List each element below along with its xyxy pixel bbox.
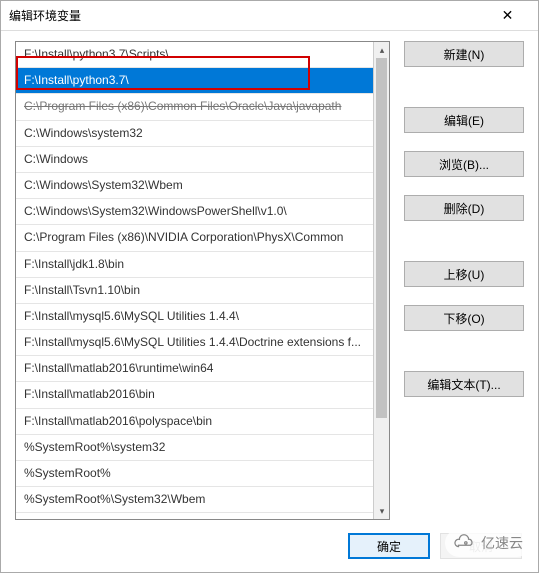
list-item[interactable]: F:\Install\mysql5.6\MySQL Utilities 1.4.… — [16, 330, 373, 356]
list-item[interactable]: C:\Program Files (x86)\NVIDIA Corporatio… — [16, 225, 373, 251]
edit-text-button[interactable]: 编辑文本(T)... — [404, 371, 524, 397]
list-item[interactable]: F:\Install\matlab2016\runtime\win64 — [16, 356, 373, 382]
edit-button[interactable]: 编辑(E) — [404, 107, 524, 133]
titlebar: 编辑环境变量 ✕ — [1, 1, 538, 31]
new-button[interactable]: 新建(N) — [404, 41, 524, 67]
ok-button[interactable]: 确定 — [348, 533, 430, 559]
dialog-footer: 确定 取消 — [1, 520, 538, 572]
scrollbar[interactable]: ▴ ▾ — [373, 42, 389, 519]
list-item[interactable]: C:\Windows\System32\Wbem — [16, 173, 373, 199]
list-item[interactable]: F:\Install\python3.7\ — [16, 68, 373, 94]
list-item[interactable]: F:\Install\python3.7\Scripts\ — [16, 42, 373, 68]
scrollbar-thumb[interactable] — [376, 58, 387, 418]
list-item[interactable]: F:\Install\Tsvn1.10\bin — [16, 278, 373, 304]
list-item[interactable]: F:\Install\matlab2016\bin — [16, 382, 373, 408]
list-item[interactable]: F:\Install\jdk1.8\bin — [16, 252, 373, 278]
buttons-column: 新建(N) 编辑(E) 浏览(B)... 删除(D) 上移(U) 下移(O) 编… — [404, 41, 524, 520]
delete-button[interactable]: 删除(D) — [404, 195, 524, 221]
close-icon: ✕ — [502, 7, 514, 23]
list-item[interactable]: %SystemRoot% — [16, 461, 373, 487]
window-title: 编辑环境变量 — [9, 7, 485, 24]
path-listbox[interactable]: F:\Install\python3.7\Scripts\F:\Install\… — [15, 41, 390, 520]
scroll-down-arrow-icon[interactable]: ▾ — [374, 503, 390, 519]
cancel-button[interactable]: 取消 — [440, 533, 522, 559]
move-down-button[interactable]: 下移(O) — [404, 305, 524, 331]
list-item[interactable]: C:\Program Files (x86)\Common Files\Orac… — [16, 94, 373, 120]
edit-env-dialog: 编辑环境变量 ✕ F:\Install\python3.7\Scripts\F:… — [0, 0, 539, 573]
list-item[interactable]: F:\Install\matlab2016\polyspace\bin — [16, 409, 373, 435]
scroll-up-arrow-icon[interactable]: ▴ — [374, 42, 390, 58]
list-item[interactable]: C:\Windows\System32\WindowsPowerShell\v1… — [16, 199, 373, 225]
move-up-button[interactable]: 上移(U) — [404, 261, 524, 287]
list-item[interactable]: %SystemRoot%\system32 — [16, 435, 373, 461]
list-item[interactable]: C:\Windows\system32 — [16, 121, 373, 147]
list-item[interactable]: %SYSTEMROOT%\System32\WindowsPowerShell\… — [16, 513, 373, 519]
list-item[interactable]: F:\Install\mysql5.6\MySQL Utilities 1.4.… — [16, 304, 373, 330]
browse-button[interactable]: 浏览(B)... — [404, 151, 524, 177]
list-item[interactable]: %SystemRoot%\System32\Wbem — [16, 487, 373, 513]
close-button[interactable]: ✕ — [485, 7, 530, 24]
list-item[interactable]: C:\Windows — [16, 147, 373, 173]
